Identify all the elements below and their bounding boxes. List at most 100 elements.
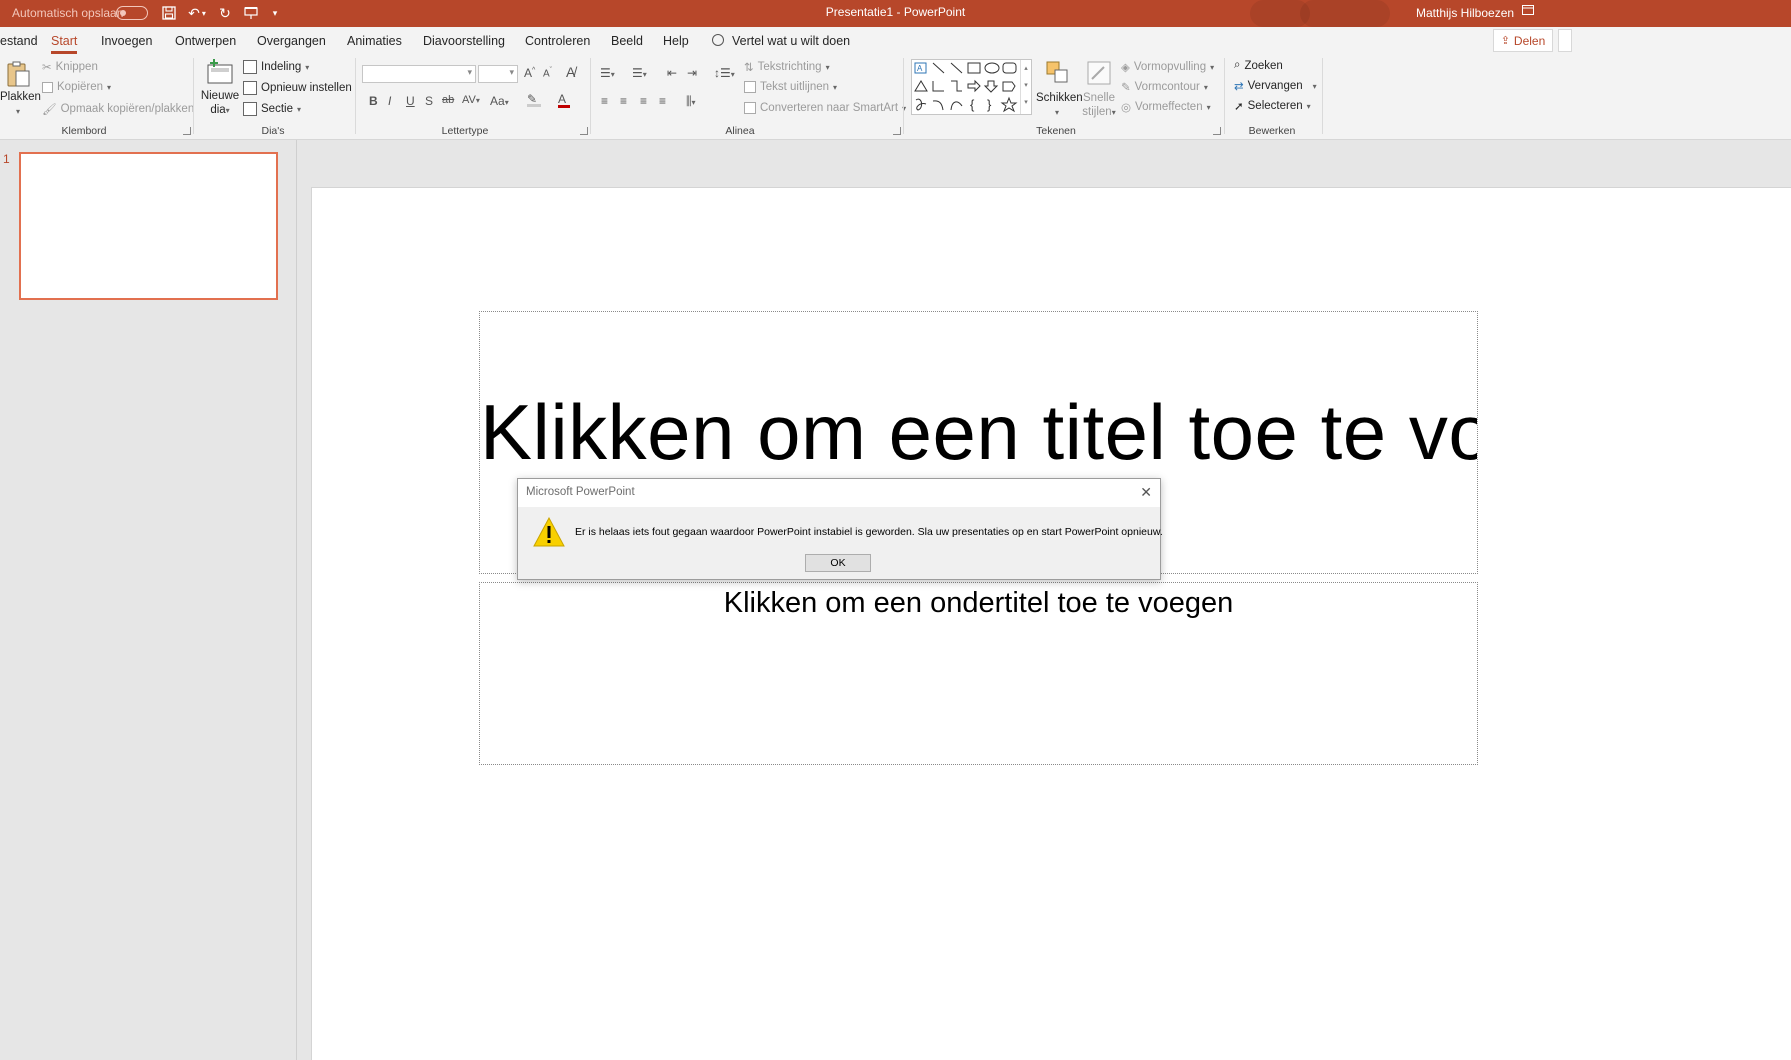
tab-help[interactable]: Help [663,34,689,48]
section-label: Sectie [261,103,293,115]
align-left-icon[interactable]: ≡ [601,94,608,108]
clear-formatting-icon[interactable]: A̸ [566,64,575,80]
bullets-icon[interactable]: ☰▾ [600,66,615,80]
select-button[interactable]: ➚ Selecteren ▾ [1234,99,1311,113]
tell-me-search[interactable]: Vertel wat u wilt doen [712,33,850,48]
change-case-button[interactable]: Aa▾ [490,94,509,108]
copy-button[interactable]: Kopiëren ▾ [42,81,111,93]
title-placeholder-text: Klikken om een titel toe te voegen [480,388,1477,476]
lettertype-launcher-icon[interactable] [580,127,588,135]
find-button[interactable]: ⌕ Zoeken [1234,59,1283,72]
format-painter-button[interactable]: 🖌 Opmaak kopiëren/plakken [42,102,194,116]
grow-font-label: A [524,66,533,80]
dialog-title: Microsoft PowerPoint [526,486,635,498]
text-direction-icon: ⇅ [744,62,754,74]
user-name[interactable]: Matthijs Hilboezen [1416,6,1514,20]
fill-bucket-icon: ◈ [1121,62,1130,74]
tab-overgangen[interactable]: Overgangen [257,34,326,48]
shrink-font-button[interactable]: Aˇ [543,67,552,79]
group-separator [590,58,591,134]
underline-button[interactable]: U [406,94,415,108]
new-slide-button[interactable]: Nieuwe dia▾ [200,59,240,118]
slide-thumbnail[interactable] [19,152,278,300]
alinea-launcher-icon[interactable] [893,127,901,135]
group-label-dias: Dia's [261,125,285,137]
line-spacing-icon[interactable]: ↕☰▾ [714,66,735,80]
justify-icon[interactable]: ≡ [659,94,666,108]
text-direction-button[interactable]: ⇅ Tekstrichting ▾ [744,60,830,74]
tekenen-launcher-icon[interactable] [1213,127,1221,135]
klembord-launcher-icon[interactable] [183,127,191,135]
align-text-label: Tekst uitlijnen [760,81,830,93]
increase-indent-icon[interactable]: ⇥ [687,66,697,80]
ok-button[interactable]: OK [805,554,871,572]
shape-outline-label: Vormcontour [1134,81,1200,93]
layout-icon [243,60,257,74]
new-slide-label-2: dia [210,104,226,116]
tab-animaties[interactable]: Animaties [347,34,402,48]
align-right-icon[interactable]: ≡ [640,94,647,108]
font-size-dropdown[interactable] [478,65,518,83]
reset-button[interactable]: Opnieuw instellen [243,81,352,95]
svg-text:{: { [970,97,975,112]
tab-beeld[interactable]: Beeld [611,34,643,48]
text-direction-label: Tekstrichting [757,61,822,73]
smartart-button[interactable]: Converteren naar SmartArt ▾ [744,102,906,114]
clipboard-icon [7,61,30,87]
share-button[interactable]: ⇪ Delen [1493,29,1553,52]
arrange-button[interactable]: Schikken ▾ [1036,59,1083,120]
align-center-icon[interactable]: ≡ [620,94,627,108]
tab-controleren[interactable]: Controleren [525,34,590,48]
search-icon [712,34,724,46]
columns-icon[interactable]: ⫼▾ [686,94,696,109]
shape-effects-label: Vormeffecten [1135,101,1203,113]
cursor-icon: ➚ [1234,101,1244,113]
tab-start[interactable]: Start [51,34,78,54]
ribbon-tabs: estand Start Invoegen Ontwerpen Overgang… [0,27,1791,54]
tab-invoegen[interactable]: Invoegen [101,34,152,48]
replace-label: Vervangen [1247,80,1303,92]
shrink-font-label: A [543,68,550,80]
group-separator [903,58,904,134]
italic-button[interactable]: I [388,94,391,108]
layout-button[interactable]: Indeling ▾ [243,60,309,74]
shadow-button[interactable]: S [425,94,433,108]
font-name-dropdown[interactable] [362,65,476,83]
strikethrough-button[interactable]: ab [442,94,454,106]
highlight-icon[interactable]: ✎ [527,92,541,107]
font-color-icon[interactable]: A [558,92,570,108]
group-label-klembord: Klembord [61,125,107,137]
tab-diavoorstelling[interactable]: Diavoorstelling [423,34,505,48]
subtitle-placeholder[interactable]: Klikken om een ondertitel toe te voegen [479,582,1478,765]
bold-button[interactable]: B [369,94,378,108]
section-icon [243,102,257,116]
replace-button[interactable]: ⇄ Vervangen ▾ [1234,79,1317,93]
comments-button[interactable] [1558,29,1572,52]
shape-outline-button[interactable]: ✎ Vormcontour ▾ [1121,80,1208,94]
section-button[interactable]: Sectie ▾ [243,102,301,116]
char-spacing-button[interactable]: AV▾ [462,94,480,106]
tab-bestand[interactable]: estand [0,34,38,48]
decrease-indent-icon[interactable]: ⇤ [667,66,677,80]
dialog-message: Er is helaas iets fout gegaan waardoor P… [575,526,1163,538]
slide-thumbnail-pane: 1 [0,140,297,1060]
close-icon[interactable]: ✕ [1140,484,1152,501]
grow-font-button[interactable]: A^ [524,66,535,80]
gallery-scroll[interactable]: ▴ ▾ ▾ [1020,60,1031,114]
paste-label: Plakken [0,91,41,103]
warning-icon [533,517,565,547]
select-label: Selecteren [1247,100,1303,112]
tab-ontwerpen[interactable]: Ontwerpen [175,34,236,48]
shape-fill-button[interactable]: ◈ Vormopvulling ▾ [1121,60,1214,74]
quick-styles-button[interactable]: Snelle stijlen▾ [1080,59,1118,120]
shape-effects-button[interactable]: ◎ Vormeffecten ▾ [1121,100,1211,114]
ribbon-display-icon[interactable] [1522,4,1534,18]
title-pattern [1300,0,1390,27]
shapes-gallery[interactable]: A { } ▴ ▾ ▾ [911,59,1032,115]
slide-canvas[interactable]: Klikken om een titel toe te voegen Klikk… [312,188,1791,1060]
group-label-alinea: Alinea [725,125,755,137]
cut-button[interactable]: ✂ Knippen [42,60,98,74]
align-text-button[interactable]: Tekst uitlijnen ▾ [744,81,837,93]
numbering-icon[interactable]: ☰▾ [632,66,647,80]
paste-button[interactable]: Plakken ▾ [0,60,41,119]
